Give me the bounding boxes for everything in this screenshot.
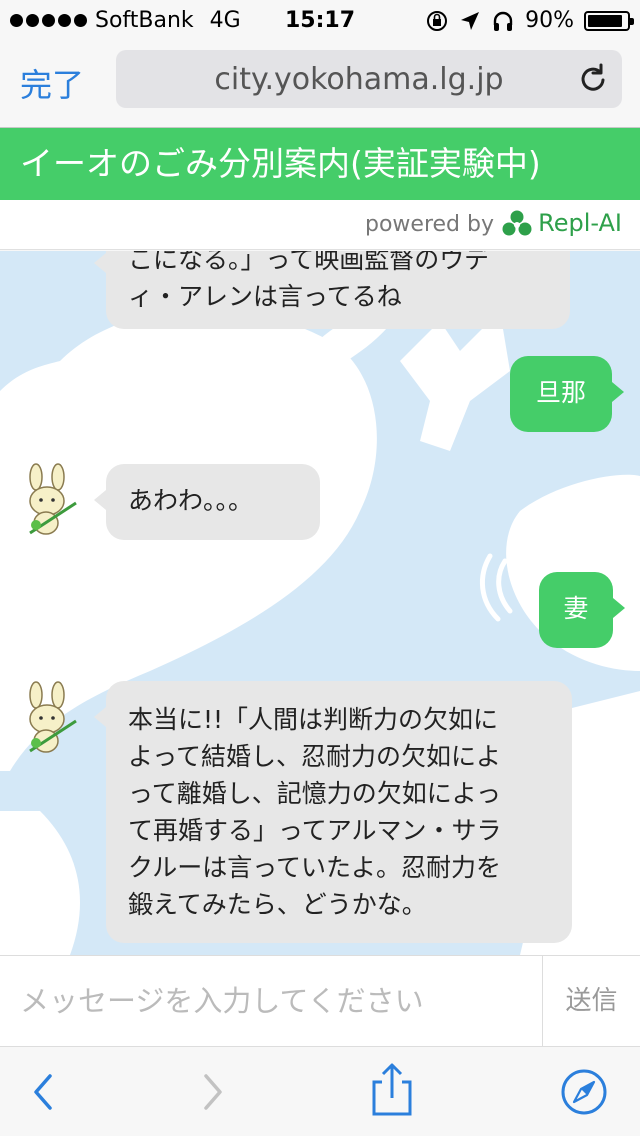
repl-ai-icon — [502, 210, 532, 236]
powered-by-text: powered by — [365, 212, 494, 237]
reload-icon[interactable] — [576, 62, 610, 96]
user-message: 妻 — [539, 572, 625, 648]
repl-ai-label: Repl-AI — [538, 209, 622, 237]
bot-message: 本当に!!「人間は判断力の欠如に よって結婚し、忍耐力の欠如によ って離婚し、記… — [94, 681, 572, 943]
page-title: イーオのごみ分別案内(実証実験中) — [0, 128, 640, 200]
location-arrow-icon — [461, 11, 480, 30]
compass-icon[interactable] — [560, 1068, 608, 1116]
rotation-lock-icon — [427, 10, 448, 31]
battery-icon — [584, 10, 634, 31]
message-line: あわわ。。。 — [128, 486, 254, 515]
battery-percent: 90% — [525, 8, 574, 33]
done-button[interactable]: 完了 — [20, 60, 84, 106]
bot-avatar-icon — [29, 463, 77, 535]
browser-toolbar — [0, 1048, 640, 1136]
message-line: ィ・アレンは言ってるね — [128, 282, 402, 311]
message-line: って離婚し、記憶力の欠如によっ — [128, 779, 502, 808]
headphones-icon — [493, 11, 513, 31]
message-line: よって結婚し、忍耐力の欠如によ — [128, 742, 502, 771]
send-button[interactable]: 送信 — [542, 956, 640, 1046]
back-icon[interactable] — [20, 1068, 68, 1116]
address-bar[interactable]: city.yokohama.lg.jp — [116, 50, 622, 108]
message-input[interactable] — [0, 956, 542, 1046]
url-text: city.yokohama.lg.jp — [214, 62, 504, 97]
bot-message: あわわ。。。 — [94, 464, 320, 540]
share-icon[interactable] — [368, 1062, 416, 1118]
powered-by-bar: powered by Repl-AI — [0, 200, 640, 250]
message-line: 旦那 — [535, 378, 586, 407]
message-line: クルーは言っていたよ。忍耐力を — [128, 853, 502, 882]
message-line: こになる。」って映画監督のウデ — [128, 251, 490, 274]
message-line: 妻 — [563, 594, 589, 623]
bot-message: こになる。」って映画監督のウデ ィ・アレンは言ってるね — [94, 251, 570, 329]
user-message: 旦那 — [510, 356, 624, 432]
bot-avatar-icon — [29, 681, 77, 753]
status-bar: SoftBank 4G 15:17 90% — [0, 0, 640, 40]
repl-ai-logo[interactable]: Repl-AI — [502, 209, 622, 237]
message-line: 本当に!!「人間は判断力の欠如に — [128, 705, 499, 734]
message-line: て再婚する」ってアルマン・サラ — [128, 816, 502, 845]
message-line: 鍛えてみたら、どうかな。 — [128, 890, 427, 919]
message-composer: 送信 — [0, 955, 640, 1047]
browser-bar: 完了 city.yokohama.lg.jp — [0, 40, 640, 128]
forward-icon[interactable] — [188, 1068, 236, 1116]
chat-area[interactable]: こになる。」って映画監督のウデ ィ・アレンは言ってるね 旦那 あわわ。。。 妻 … — [0, 251, 640, 955]
